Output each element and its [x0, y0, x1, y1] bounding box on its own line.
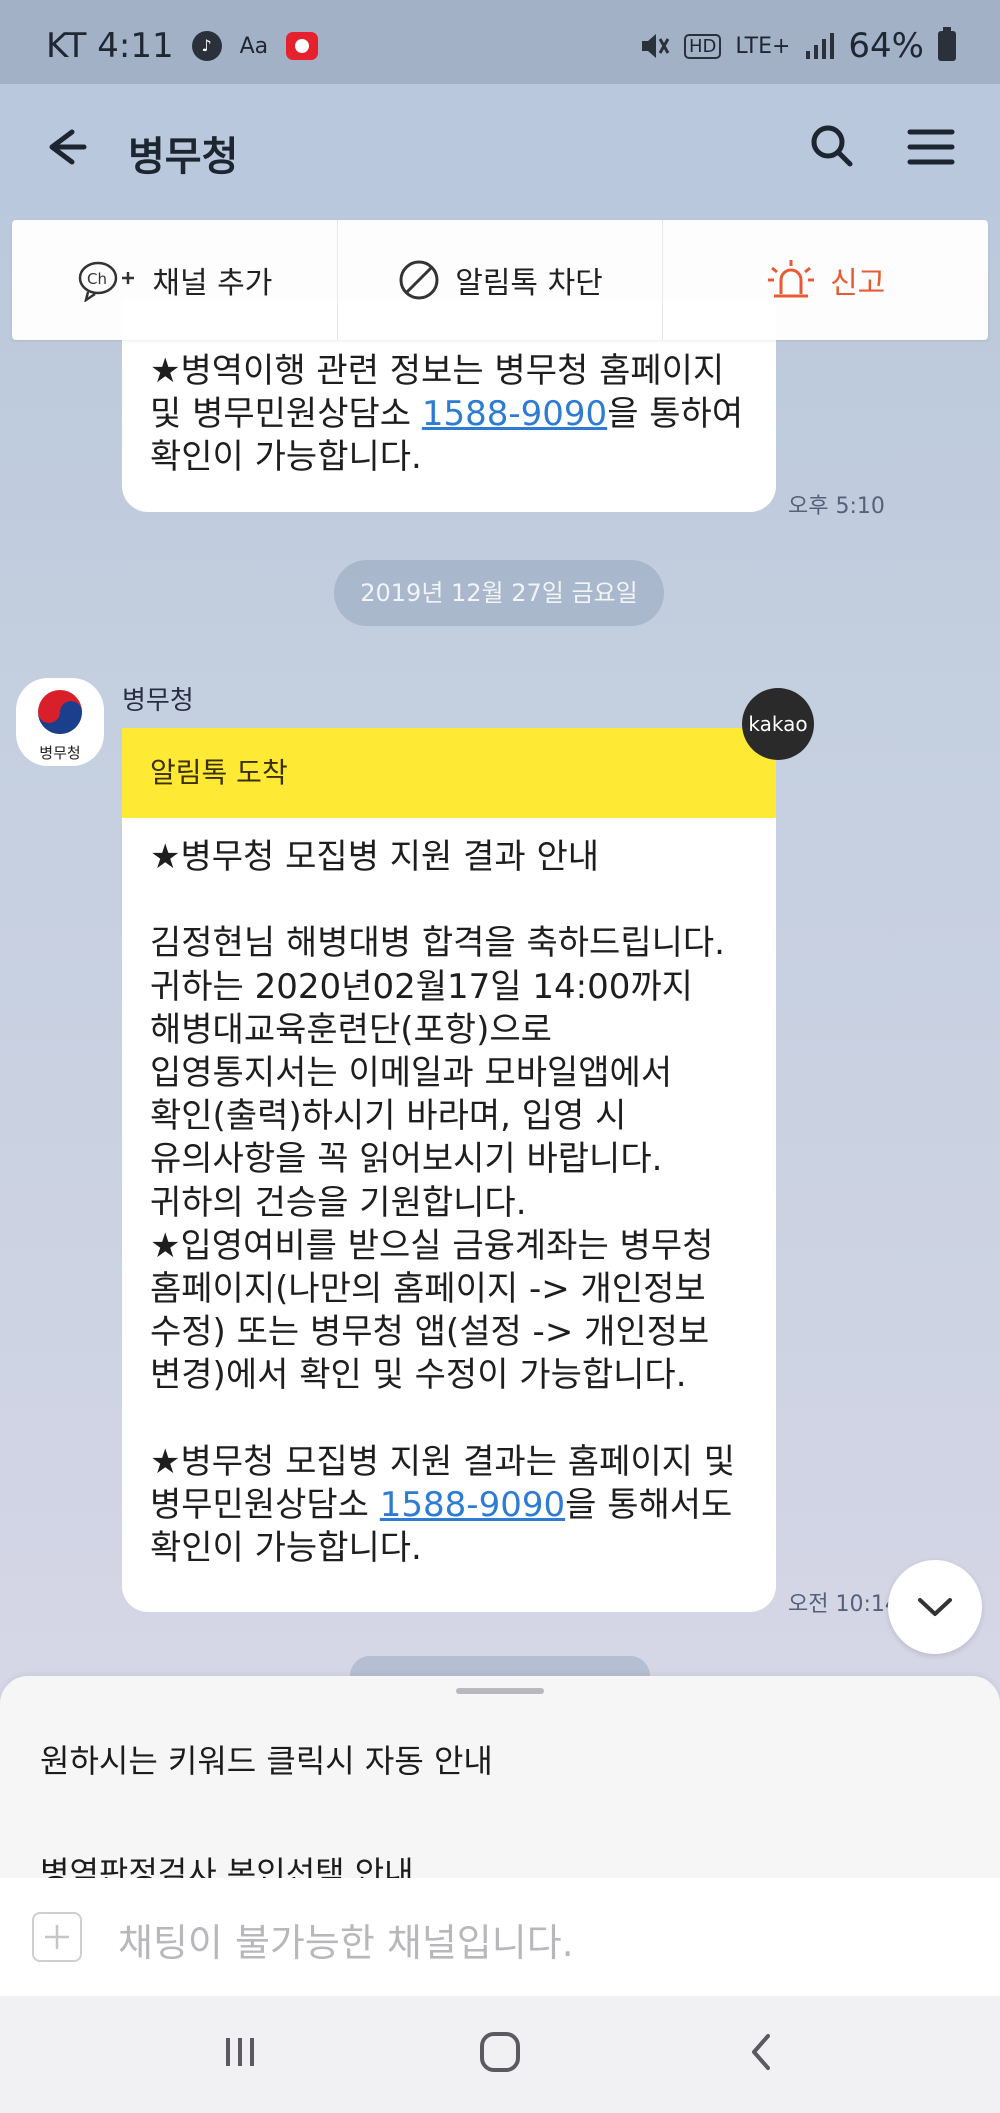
- battery-icon: [938, 27, 956, 61]
- input-bar: 채팅이 불가능한 채널입니다.: [0, 1878, 1000, 1996]
- card-header: 알림톡 도착: [122, 728, 776, 818]
- home-icon[interactable]: [460, 2022, 540, 2082]
- system-nav-bar: [0, 1996, 1000, 2113]
- kakao-badge: kakao: [742, 688, 814, 760]
- card-text: ★병무청 모집병 지원 결과 안내 김정현님 해병대병 합격을 축하드립니다. …: [150, 837, 735, 1526]
- avatar-label: 병무청: [39, 744, 80, 762]
- hamburger-menu-icon[interactable]: [896, 112, 966, 182]
- block-alimtalk-button[interactable]: 알림톡 차단: [338, 220, 664, 340]
- back-nav-icon[interactable]: [722, 2022, 802, 2082]
- carrier-time: KT 4:11: [46, 26, 174, 66]
- report-label: 신고: [830, 266, 886, 301]
- hd-icon: HD: [684, 33, 722, 59]
- sender-name: 병무청: [122, 686, 194, 716]
- avatar[interactable]: 병무청: [16, 678, 104, 766]
- chat-input[interactable]: 채팅이 불가능한 채널입니다.: [118, 1912, 574, 1967]
- status-bar: KT 4:11 ♪ Aa HD LTE+ 64%: [0, 0, 1000, 84]
- plus-button[interactable]: [32, 1912, 82, 1962]
- network-type: LTE+: [735, 33, 791, 59]
- recent-apps-icon[interactable]: [200, 2022, 280, 2082]
- font-notification-icon: Aa: [239, 33, 269, 59]
- alimtalk-card: 알림톡 도착 ★병무청 모집병 지원 결과 안내 김정현님 해병대병 합격을 축…: [122, 728, 776, 1612]
- report-button[interactable]: 신고: [663, 220, 988, 340]
- keyword-sheet: 원하시는 키워드 클릭시 자동 안내 병역판정검사 본인선택 안내: [0, 1676, 1000, 1878]
- search-icon[interactable]: [798, 112, 868, 182]
- app-notification-icon: [286, 32, 319, 60]
- mute-vibrate-icon: [642, 34, 670, 58]
- phone-link[interactable]: 1588-9090: [422, 394, 607, 434]
- back-arrow-icon[interactable]: [36, 112, 106, 182]
- channel-action-bar: Ch 채널 추가 알림톡 차단 신고: [12, 220, 988, 340]
- block-label: 알림톡 차단: [455, 266, 603, 301]
- plus-icon: [45, 1925, 69, 1949]
- date-divider: 2019년 12월 27일 금요일: [334, 560, 664, 626]
- channel-add-icon: Ch: [79, 261, 135, 302]
- signal-icon: [806, 33, 835, 59]
- add-channel-label: 채널 추가: [152, 266, 273, 301]
- battery-percent: 64%: [848, 26, 924, 66]
- keyword-sheet-title: 원하시는 키워드 클릭시 자동 안내: [40, 1742, 493, 1780]
- chat-header: 병무청: [0, 84, 1000, 216]
- siren-icon: [768, 260, 815, 298]
- message-time: 오후 5:10: [788, 494, 885, 519]
- scroll-down-button[interactable]: [888, 1560, 982, 1654]
- svg-text:Ch: Ch: [87, 270, 107, 288]
- music-notification-icon: ♪: [191, 31, 222, 61]
- phone-link[interactable]: 1588-9090: [380, 1485, 565, 1525]
- government-emblem-icon: 병무청: [38, 690, 82, 762]
- page-title: 병무청: [128, 134, 239, 180]
- card-body: ★병무청 모집병 지원 결과 안내 김정현님 해병대병 합격을 축하드립니다. …: [122, 818, 776, 1570]
- message-time: 오전 10:14: [788, 1592, 899, 1617]
- add-channel-button[interactable]: Ch 채널 추가: [12, 220, 338, 340]
- keyword-item[interactable]: 병역판정검사 본인선택 안내: [40, 1848, 414, 1878]
- chevron-down-icon: [918, 1598, 952, 1616]
- block-icon: [399, 260, 439, 300]
- sheet-handle[interactable]: [456, 1688, 544, 1694]
